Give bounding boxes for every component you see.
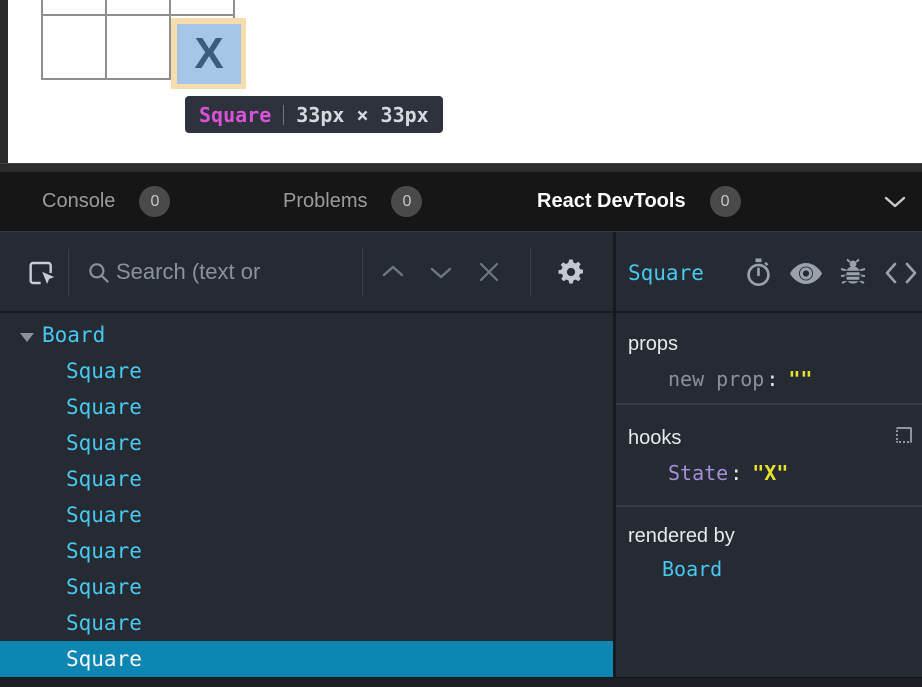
devtools-toolbar: Square xyxy=(0,232,922,313)
new-prop-row[interactable]: new prop : "" xyxy=(616,366,922,392)
toolbar-divider xyxy=(362,249,363,296)
tab-label: Console xyxy=(42,190,115,213)
props-section: props new prop : "" xyxy=(616,313,922,405)
hooks-header: hooks xyxy=(628,425,922,451)
inspect-content-highlight[interactable]: X xyxy=(177,24,241,84)
board-cell[interactable] xyxy=(106,15,170,79)
drawer-collapse-chevron-icon[interactable] xyxy=(884,196,906,209)
component-details-pane: props new prop : "" hooks State: "X" ren… xyxy=(616,313,922,677)
element-inspect-tooltip: Square 33px × 33px xyxy=(185,96,443,133)
tab-count-badge: 0 xyxy=(139,186,170,217)
bug-debug-icon[interactable] xyxy=(840,258,866,288)
rendered-by-owner[interactable]: Board xyxy=(616,556,922,582)
stopwatch-profiler-icon[interactable] xyxy=(744,257,773,289)
tooltip-component-name: Square xyxy=(199,103,271,127)
hooks-section: hooks State: "X" xyxy=(616,405,922,507)
tree-item-label: Square xyxy=(66,539,142,563)
eye-inspect-dom-icon[interactable] xyxy=(789,262,823,285)
props-header: props xyxy=(628,331,922,357)
search-prev-chevron-up-icon[interactable] xyxy=(382,264,404,278)
tree-item-label: Square xyxy=(66,503,142,527)
drawer-tab-bar: Console 0 Problems 0 React DevTools 0 xyxy=(0,172,922,231)
board-cell[interactable] xyxy=(106,0,170,15)
expander-down-icon[interactable] xyxy=(20,333,34,342)
tab-label: Problems xyxy=(283,190,367,213)
selected-component-name: Square xyxy=(628,261,704,285)
board-cell[interactable] xyxy=(42,0,106,15)
tree-item-square-selected[interactable]: Square xyxy=(0,641,613,677)
drawer-resize-handle[interactable] xyxy=(0,163,922,172)
tree-item-square[interactable]: Square xyxy=(0,461,613,497)
rendered-by-section: rendered by Board xyxy=(616,507,922,677)
tab-count-badge: 0 xyxy=(710,186,741,217)
inspected-page: X Square 33px × 33px xyxy=(0,0,922,163)
react-devtools-panel: Square xyxy=(0,231,922,686)
prop-colon: : xyxy=(766,366,778,392)
window-edge xyxy=(0,0,8,163)
code-view-source-icon[interactable] xyxy=(884,262,918,284)
tree-item-label: Square xyxy=(66,611,142,635)
tree-item-square[interactable]: Square xyxy=(0,425,613,461)
tree-item-square[interactable]: Square xyxy=(0,497,613,533)
hook-value[interactable]: "X" xyxy=(752,460,788,486)
gear-icon[interactable] xyxy=(556,257,586,287)
toolbar-divider xyxy=(68,249,69,296)
tree-item-label: Square xyxy=(66,467,142,491)
search-icon xyxy=(86,260,112,286)
board-cell[interactable] xyxy=(42,15,106,79)
tab-label: React DevTools xyxy=(537,190,686,213)
new-prop-value-input[interactable]: "" xyxy=(788,366,812,392)
tree-item-label: Board xyxy=(42,323,105,347)
tree-item-label: Square xyxy=(66,359,142,383)
rendered-by-header: rendered by xyxy=(628,523,922,549)
tab-react-devtools[interactable]: React DevTools 0 xyxy=(537,172,741,231)
tab-problems[interactable]: Problems 0 xyxy=(283,172,422,231)
board-cell-value: X xyxy=(194,29,223,79)
hook-state-row[interactable]: State: "X" xyxy=(616,460,922,486)
tree-item-label: Square xyxy=(66,647,142,671)
component-tree: Board Square Square Square Square Square… xyxy=(0,313,613,677)
selected-component-title: Square xyxy=(628,232,704,313)
tree-item-square[interactable]: Square xyxy=(0,389,613,425)
inspect-element-icon[interactable] xyxy=(26,256,58,290)
search-clear-icon[interactable] xyxy=(478,261,500,283)
tree-item-board[interactable]: Board xyxy=(0,317,613,353)
tab-console[interactable]: Console 0 xyxy=(42,172,170,231)
toolbar-divider xyxy=(530,249,531,296)
parse-hook-names-icon[interactable] xyxy=(896,427,912,443)
tab-count-badge: 0 xyxy=(391,186,422,217)
new-prop-name-input[interactable]: new prop xyxy=(668,366,764,392)
tree-item-square[interactable]: Square xyxy=(0,605,613,641)
hook-name: State xyxy=(668,460,728,486)
board-row xyxy=(42,0,234,15)
tree-item-label: Square xyxy=(66,575,142,599)
tree-item-square[interactable]: Square xyxy=(0,533,613,569)
tooltip-divider xyxy=(283,105,284,125)
board-cell[interactable] xyxy=(170,0,234,15)
tree-item-square[interactable]: Square xyxy=(0,353,613,389)
search-input[interactable] xyxy=(116,254,351,290)
search-next-chevron-down-icon[interactable] xyxy=(430,266,452,280)
hook-colon: : xyxy=(730,460,742,486)
tree-item-label: Square xyxy=(66,431,142,455)
tree-item-square[interactable]: Square xyxy=(0,569,613,605)
owner-component-link[interactable]: Board xyxy=(662,556,722,582)
tooltip-dimensions: 33px × 33px xyxy=(296,103,428,127)
tree-item-label: Square xyxy=(66,395,142,419)
